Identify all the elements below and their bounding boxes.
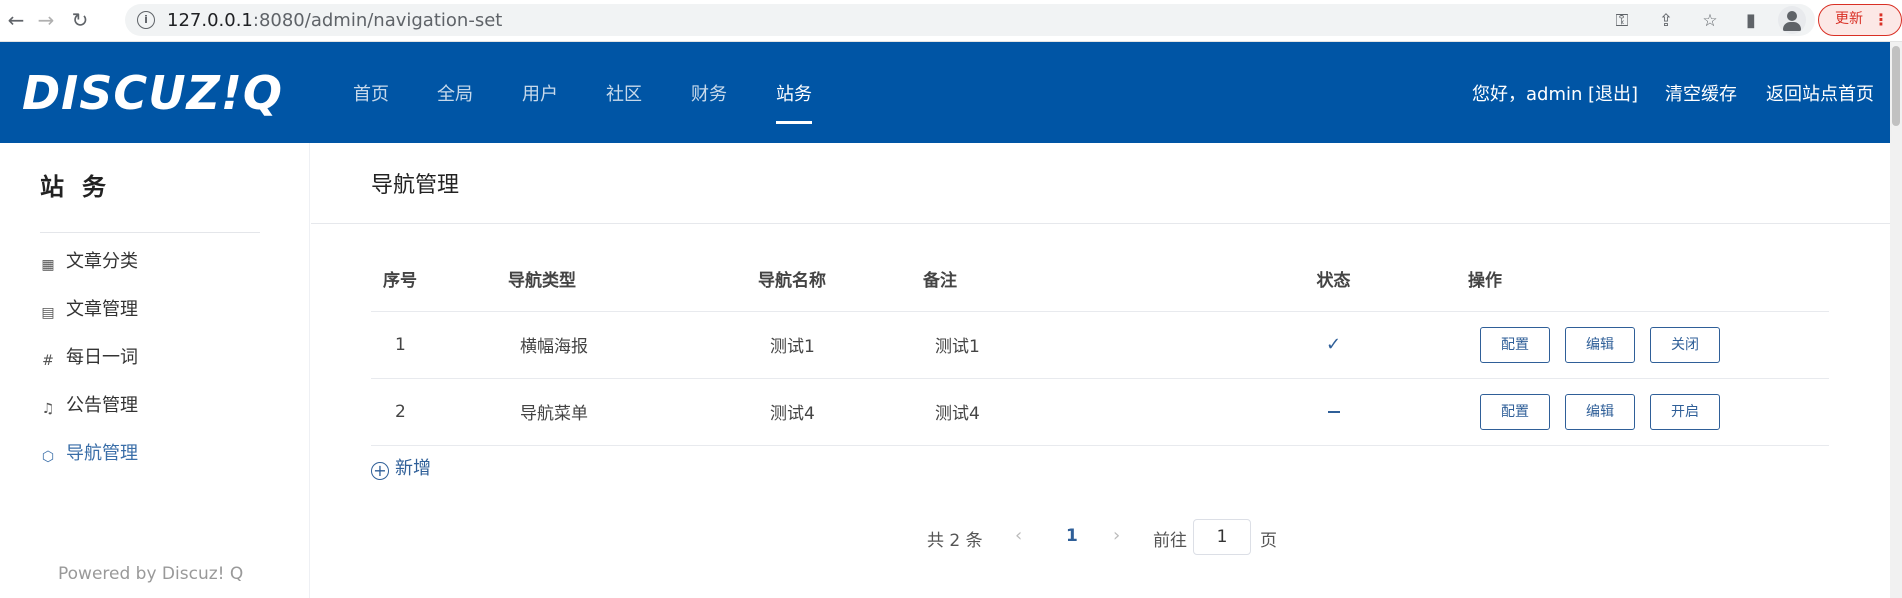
add-label: 新增	[395, 458, 431, 479]
edit-button[interactable]: 编辑	[1565, 326, 1635, 363]
topnav-community[interactable]: 社区	[606, 80, 642, 106]
browser-update-button[interactable]: 更新 ⋮	[1818, 4, 1902, 36]
greeting-text: 您好，admin	[1472, 84, 1583, 105]
row-name: 测试1	[746, 311, 911, 379]
goto-page-input[interactable]: 1	[1193, 519, 1251, 555]
edit-button[interactable]: 编辑	[1565, 393, 1635, 430]
row-note: 测试4	[911, 378, 1211, 446]
reload-icon[interactable]: ↻	[68, 8, 92, 32]
sidebar-divider	[40, 232, 260, 233]
plus-circle-icon: +	[371, 462, 389, 480]
table-row: 2 导航菜单 测试4 测试4 配置 编辑 开启	[371, 378, 1829, 446]
powered-by-text: Powered by Discuz! Q	[58, 564, 244, 584]
table-row: 1 横幅海报 测试1 测试1 ✓ 配置 编辑 关闭	[371, 311, 1829, 379]
config-button[interactable]: 配置	[1480, 326, 1550, 363]
row-actions: 配置 编辑 开启	[1456, 378, 1829, 446]
active-nav-underline	[776, 121, 812, 124]
url-text[interactable]: 127.0.0.1:8080/admin/navigation-set	[167, 10, 502, 31]
page-scrollbar[interactable]	[1890, 42, 1902, 598]
close-button[interactable]: 关闭	[1650, 326, 1720, 363]
key-icon[interactable]: ⚿	[1611, 10, 1633, 32]
open-button[interactable]: 开启	[1650, 393, 1720, 430]
topnav-site-affairs[interactable]: 站务	[776, 80, 812, 106]
main-content: 导航管理 序号 导航类型 导航名称 备注 状态 操作 1 横幅海报 测试1 测试…	[311, 143, 1890, 598]
table-header-row: 序号 导航类型 导航名称 备注 状态 操作	[371, 247, 1829, 312]
address-bar[interactable]: i 127.0.0.1:8080/admin/navigation-set ⚿ …	[125, 4, 1815, 36]
discuz-logo[interactable]: DISCUZ!Q	[22, 68, 283, 118]
sidebar: 站务 ▦ 文章分类 ▤ 文章管理 # 每日一词 ♫ 公告管理 ⬡ 导航管理 Powered…	[0, 143, 310, 598]
hash-icon: #	[42, 353, 54, 369]
column-header: 序号	[371, 247, 496, 312]
sidebar-item-label: 公告管理	[66, 395, 138, 416]
logout-link[interactable]: [退出]	[1588, 80, 1638, 106]
sidebar-item-label: 每日一词	[66, 347, 138, 368]
row-note: 测试1	[911, 311, 1211, 379]
app-header: DISCUZ!Q 首页 全局 用户 社区 财务 站务 您好，admin [退出]…	[0, 42, 1890, 143]
browser-toolbar: ← → ↻ i 127.0.0.1:8080/admin/navigation-…	[0, 0, 1902, 42]
row-index: 2	[371, 378, 496, 446]
profile-avatar-icon[interactable]	[1778, 6, 1806, 34]
site-info-icon[interactable]: i	[137, 11, 155, 29]
cube-icon: ⬡	[41, 449, 55, 465]
column-header: 导航类型	[496, 247, 746, 312]
topnav-global[interactable]: 全局	[437, 80, 473, 106]
update-label: 更新	[1835, 11, 1863, 27]
config-button[interactable]: 配置	[1480, 393, 1550, 430]
page-suffix: 页	[1260, 531, 1277, 551]
sidebar-item-label: 文章分类	[66, 251, 138, 272]
row-index: 1	[371, 311, 496, 379]
goto-label: 前往	[1153, 531, 1187, 551]
prev-page-icon[interactable]: ‹	[1015, 525, 1022, 546]
sidebar-item-article-manage[interactable]: ▤ 文章管理	[40, 295, 138, 323]
row-type: 导航菜单	[496, 378, 746, 446]
side-panel-icon[interactable]: ▮	[1738, 8, 1764, 34]
page-title: 导航管理	[371, 173, 460, 198]
current-page[interactable]: 1	[1066, 526, 1078, 546]
row-type: 横幅海报	[496, 311, 746, 379]
sidebar-item-daily-word[interactable]: # 每日一词	[40, 343, 138, 371]
sidebar-title: 站务	[40, 173, 124, 201]
sidebar-item-article-category[interactable]: ▦ 文章分类	[40, 247, 138, 275]
topnav-finance[interactable]: 财务	[691, 80, 727, 106]
forward-arrow-icon[interactable]: →	[34, 8, 58, 32]
column-header: 状态	[1211, 247, 1456, 312]
navigation-table: 序号 导航类型 导航名称 备注 状态 操作 1 横幅海报 测试1 测试1 ✓ 配…	[371, 247, 1829, 446]
sidebar-item-label: 文章管理	[66, 299, 138, 320]
column-header: 操作	[1456, 247, 1829, 312]
row-status	[1211, 378, 1456, 446]
sidebar-item-label: 导航管理	[66, 443, 138, 464]
topnav-home[interactable]: 首页	[353, 80, 389, 106]
back-arrow-icon[interactable]: ←	[4, 8, 28, 32]
menu-dots-icon: ⋮	[1873, 10, 1889, 29]
column-header: 导航名称	[746, 247, 911, 312]
title-divider	[311, 223, 1890, 224]
back-home-link[interactable]: 返回站点首页	[1766, 80, 1874, 106]
bell-icon: ♫	[41, 401, 55, 417]
url-path: :8080/admin/navigation-set	[252, 10, 503, 31]
row-actions: 配置 编辑 关闭	[1456, 311, 1829, 379]
url-host: 127.0.0.1	[167, 10, 253, 31]
row-name: 测试4	[746, 378, 911, 446]
grid-icon: ▦	[41, 257, 55, 273]
document-icon: ▤	[41, 305, 55, 321]
topnav-users[interactable]: 用户	[522, 80, 558, 106]
checkmark-icon: ✓	[1325, 334, 1342, 355]
column-header: 备注	[911, 247, 1211, 312]
row-status: ✓	[1211, 311, 1456, 379]
clear-cache-link[interactable]: 清空缓存	[1665, 80, 1737, 106]
add-navigation-button[interactable]: + 新增	[371, 454, 431, 480]
sidebar-item-announcement[interactable]: ♫ 公告管理	[40, 391, 138, 419]
sidebar-item-navigation[interactable]: ⬡ 导航管理	[40, 439, 138, 467]
scrollbar-thumb[interactable]	[1892, 46, 1900, 126]
next-page-icon[interactable]: ›	[1113, 525, 1120, 546]
share-icon[interactable]: ⇪	[1655, 10, 1677, 32]
dash-icon	[1327, 410, 1340, 413]
star-icon[interactable]: ☆	[1699, 10, 1721, 32]
pagination-total: 共 2 条	[927, 531, 983, 551]
